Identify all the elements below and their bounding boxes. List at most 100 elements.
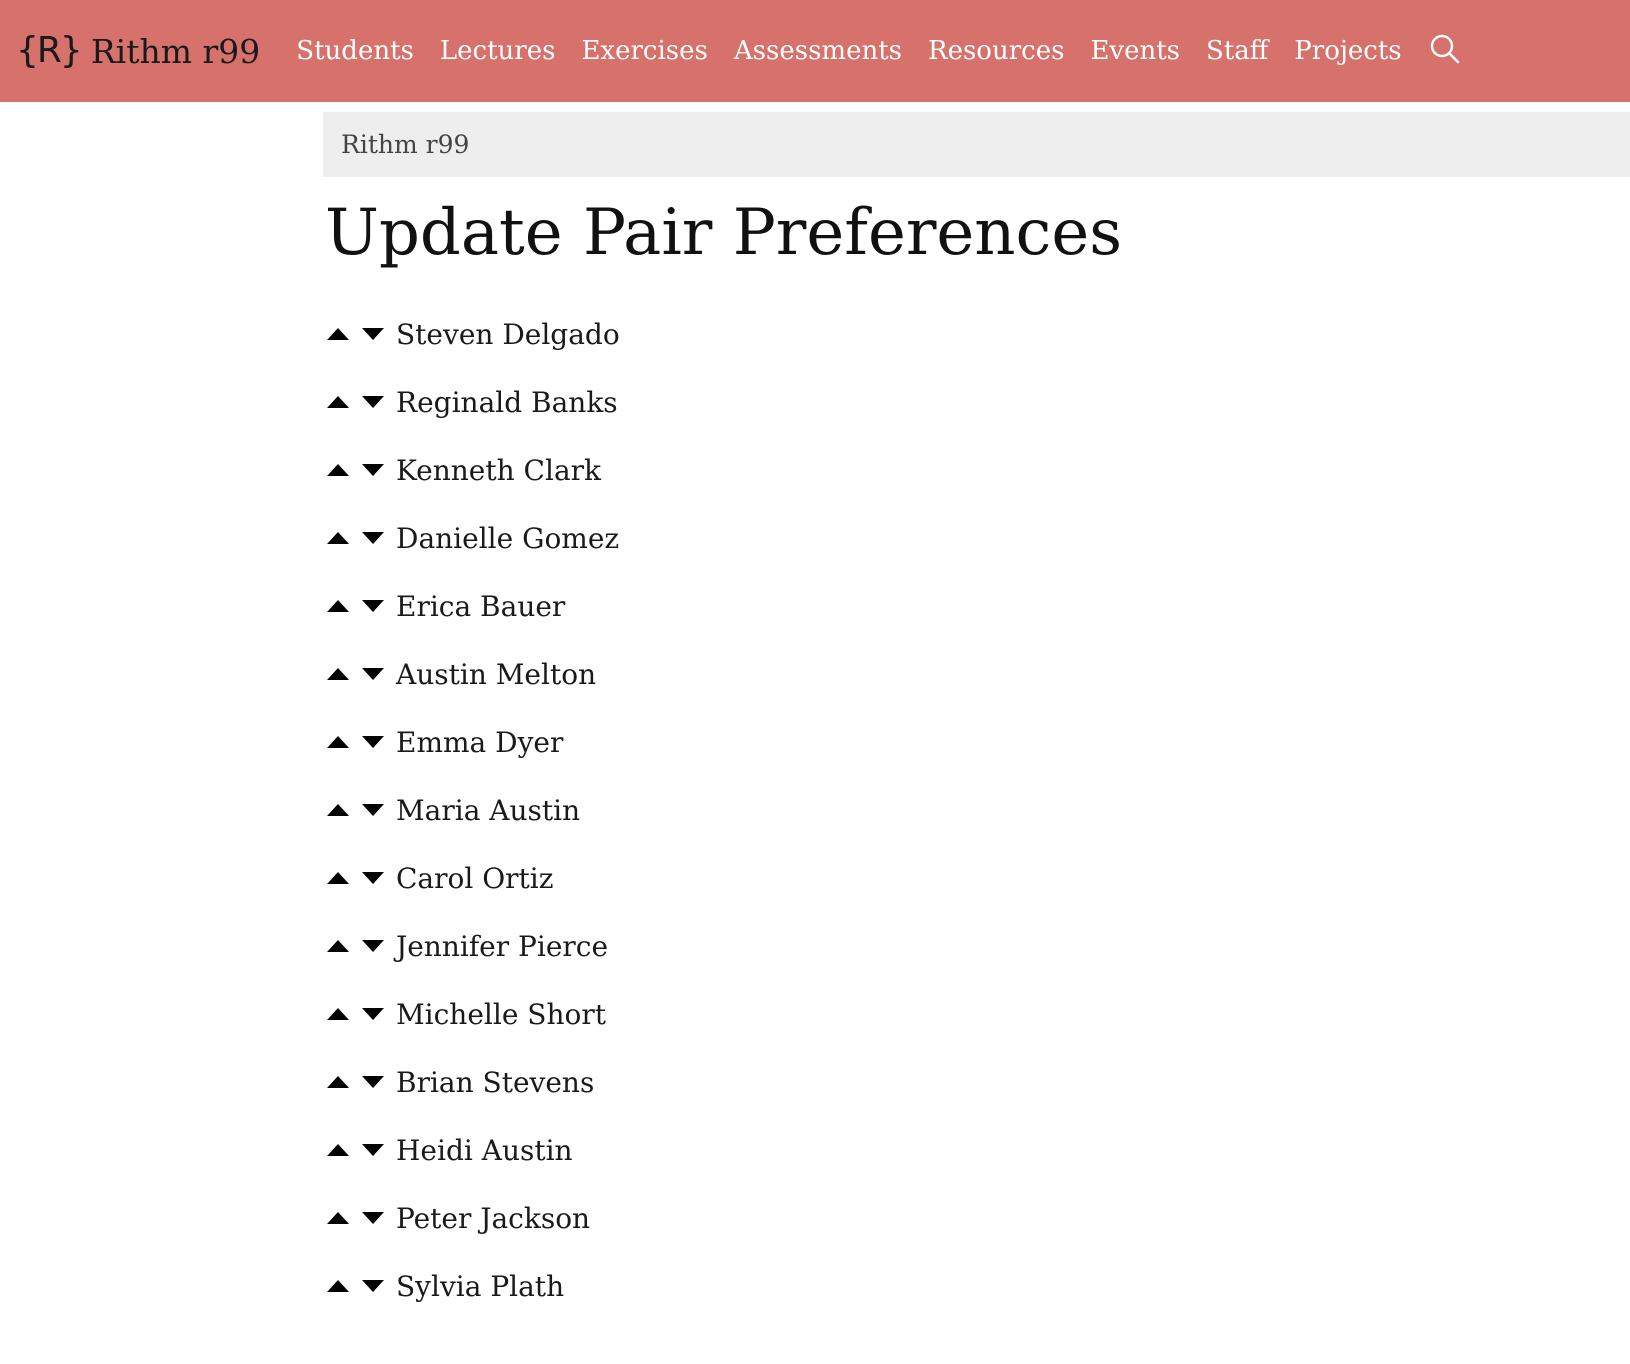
move-up-button[interactable] <box>325 460 351 480</box>
caret-down-icon <box>362 1076 384 1088</box>
move-up-button[interactable] <box>325 664 351 684</box>
caret-up-icon <box>327 1008 349 1020</box>
caret-up-icon <box>327 872 349 884</box>
search-icon[interactable] <box>1428 32 1462 66</box>
move-down-button[interactable] <box>360 1140 386 1160</box>
move-down-button[interactable] <box>360 596 386 616</box>
move-up-button[interactable] <box>325 392 351 412</box>
student-name: Jennifer Pierce <box>396 929 609 963</box>
nav-link-resources[interactable]: Resources <box>928 36 1064 66</box>
move-down-button[interactable] <box>360 664 386 684</box>
preference-row: Brian Stevens <box>325 1048 620 1116</box>
brand-link[interactable]: {R} Rithm r99 <box>16 33 260 69</box>
preference-row: Austin Melton <box>325 640 620 708</box>
caret-down-icon <box>362 872 384 884</box>
caret-up-icon <box>327 736 349 748</box>
move-down-button[interactable] <box>360 1004 386 1024</box>
caret-down-icon <box>362 668 384 680</box>
preference-row: Danielle Gomez <box>325 504 620 572</box>
move-up-button[interactable] <box>325 936 351 956</box>
move-down-button[interactable] <box>360 868 386 888</box>
student-name: Sylvia Plath <box>396 1269 565 1303</box>
preference-row: Kenneth Clark <box>325 436 620 504</box>
move-down-button[interactable] <box>360 528 386 548</box>
move-up-button[interactable] <box>325 800 351 820</box>
move-down-button[interactable] <box>360 800 386 820</box>
move-up-button[interactable] <box>325 1072 351 1092</box>
move-down-button[interactable] <box>360 392 386 412</box>
caret-down-icon <box>362 940 384 952</box>
caret-up-icon <box>327 804 349 816</box>
preference-row: Sylvia Plath <box>325 1252 620 1320</box>
caret-down-icon <box>362 736 384 748</box>
preference-row: Emma Dyer <box>325 708 620 776</box>
preference-row: Carol Ortiz <box>325 844 620 912</box>
caret-down-icon <box>362 328 384 340</box>
move-down-button[interactable] <box>360 1276 386 1296</box>
move-down-button[interactable] <box>360 460 386 480</box>
nav-link-exercises[interactable]: Exercises <box>581 36 707 66</box>
student-name: Austin Melton <box>396 657 597 691</box>
student-name: Carol Ortiz <box>396 861 554 895</box>
logo-icon: {R} <box>16 30 83 71</box>
student-name: Erica Bauer <box>396 589 566 623</box>
move-down-button[interactable] <box>360 936 386 956</box>
caret-up-icon <box>327 940 349 952</box>
caret-down-icon <box>362 396 384 408</box>
nav-link-students[interactable]: Students <box>296 36 414 66</box>
student-name: Heidi Austin <box>396 1133 573 1167</box>
preference-row: Peter Jackson <box>325 1184 620 1252</box>
move-up-button[interactable] <box>325 528 351 548</box>
preference-row: Jennifer Pierce <box>325 912 620 980</box>
breadcrumb-item-cohort[interactable]: Rithm r99 <box>341 130 469 159</box>
preference-row: Michelle Short <box>325 980 620 1048</box>
caret-down-icon <box>362 1144 384 1156</box>
student-name: Peter Jackson <box>396 1201 591 1235</box>
caret-up-icon <box>327 328 349 340</box>
top-navbar: {R} Rithm r99 Students Lectures Exercise… <box>0 0 1630 102</box>
caret-up-icon <box>327 668 349 680</box>
student-name: Brian Stevens <box>396 1065 595 1099</box>
caret-down-icon <box>362 1280 384 1292</box>
caret-up-icon <box>327 396 349 408</box>
student-name: Emma Dyer <box>396 725 564 759</box>
nav-link-events[interactable]: Events <box>1090 36 1180 66</box>
move-up-button[interactable] <box>325 596 351 616</box>
move-up-button[interactable] <box>325 324 351 344</box>
move-up-button[interactable] <box>325 732 351 752</box>
move-down-button[interactable] <box>360 732 386 752</box>
nav-link-assessments[interactable]: Assessments <box>734 36 902 66</box>
move-down-button[interactable] <box>360 324 386 344</box>
preference-row: Erica Bauer <box>325 572 620 640</box>
move-up-button[interactable] <box>325 1208 351 1228</box>
caret-down-icon <box>362 600 384 612</box>
brand-name: Rithm r99 <box>90 31 261 71</box>
preference-row: Steven Delgado <box>325 300 620 368</box>
caret-down-icon <box>362 804 384 816</box>
nav-link-lectures[interactable]: Lectures <box>440 36 556 66</box>
student-name: Maria Austin <box>396 793 581 827</box>
nav-links: Students Lectures Exercises Assessments … <box>296 32 1461 70</box>
nav-link-staff[interactable]: Staff <box>1206 36 1268 66</box>
caret-up-icon <box>327 464 349 476</box>
caret-up-icon <box>327 1076 349 1088</box>
caret-up-icon <box>327 600 349 612</box>
breadcrumb: Rithm r99 <box>323 112 1630 177</box>
move-up-button[interactable] <box>325 1004 351 1024</box>
caret-down-icon <box>362 532 384 544</box>
caret-up-icon <box>327 1280 349 1292</box>
student-name: Reginald Banks <box>396 385 618 419</box>
student-name: Michelle Short <box>396 997 606 1031</box>
move-up-button[interactable] <box>325 1140 351 1160</box>
page-title: Update Pair Preferences <box>325 196 1123 270</box>
move-up-button[interactable] <box>325 1276 351 1296</box>
move-up-button[interactable] <box>325 868 351 888</box>
move-down-button[interactable] <box>360 1072 386 1092</box>
student-name: Kenneth Clark <box>396 453 601 487</box>
pair-preference-list: Steven Delgado Reginald Banks Kenneth Clar… <box>325 300 620 1320</box>
student-name: Steven Delgado <box>396 317 620 351</box>
caret-down-icon <box>362 1212 384 1224</box>
nav-link-projects[interactable]: Projects <box>1294 36 1401 66</box>
caret-up-icon <box>327 1144 349 1156</box>
move-down-button[interactable] <box>360 1208 386 1228</box>
